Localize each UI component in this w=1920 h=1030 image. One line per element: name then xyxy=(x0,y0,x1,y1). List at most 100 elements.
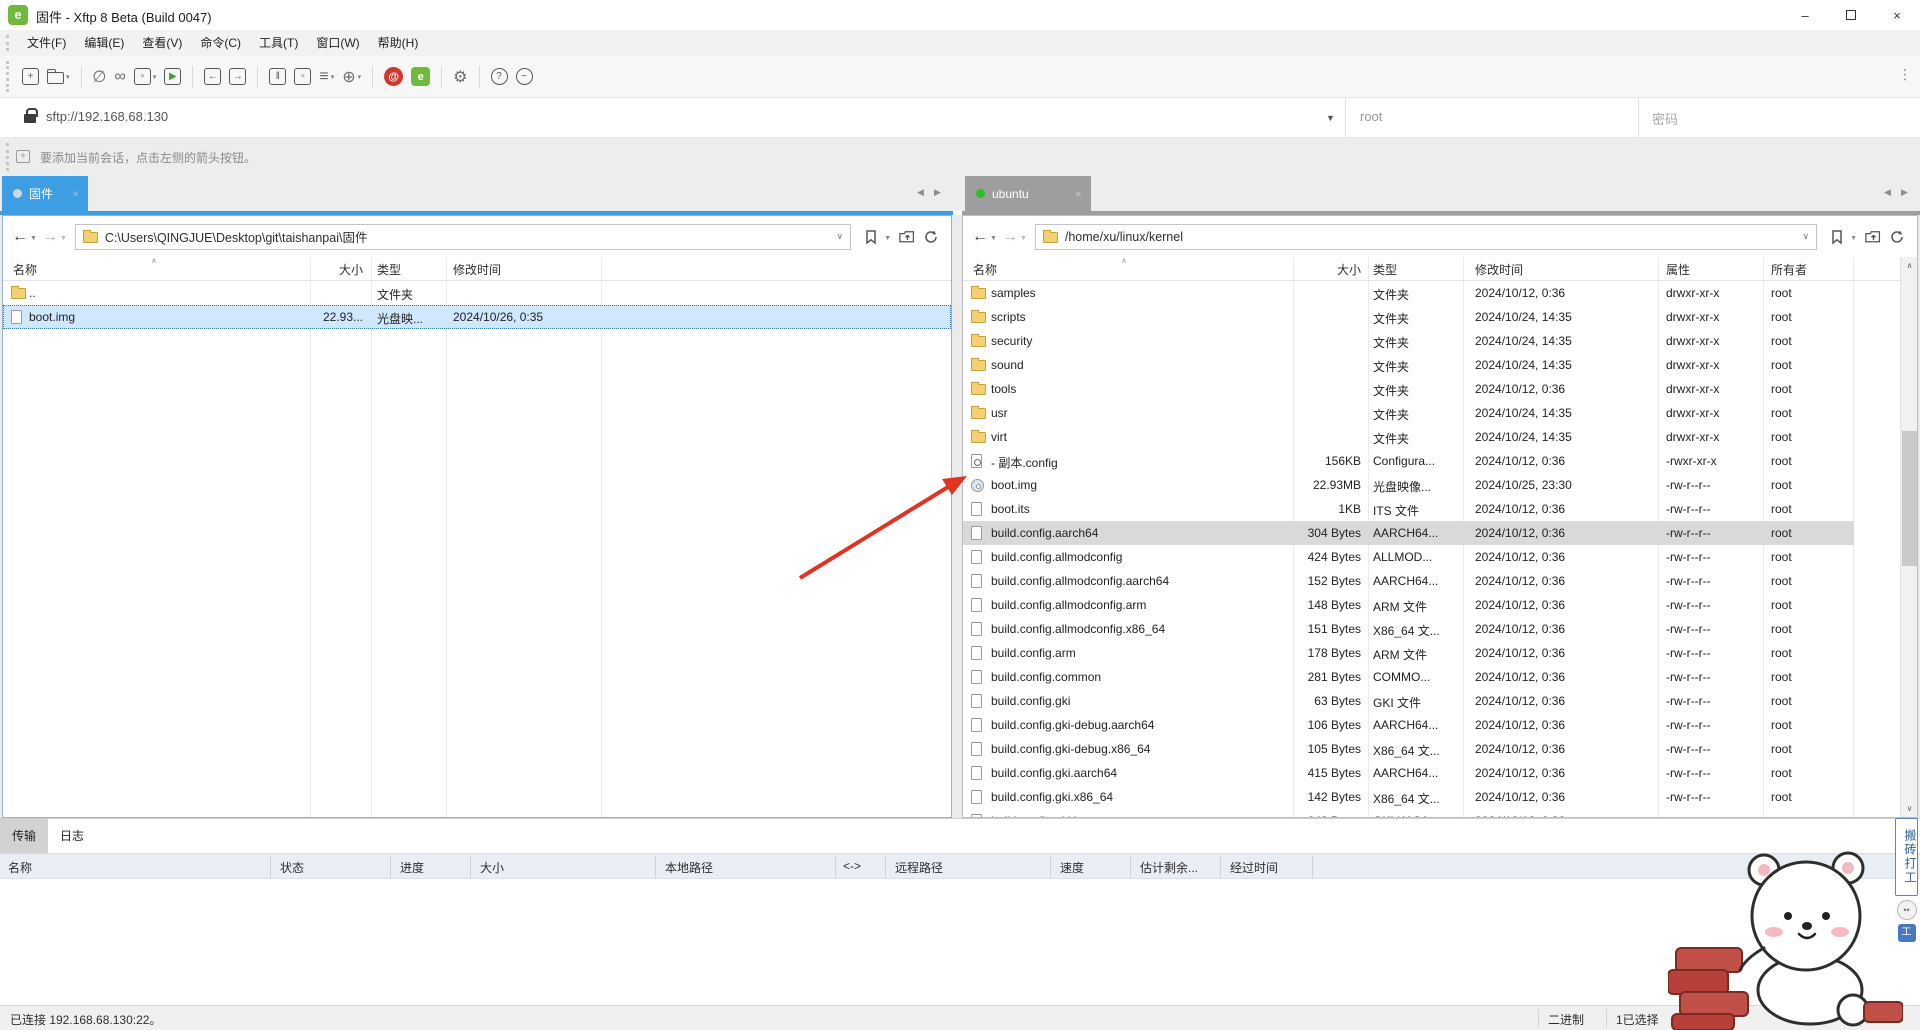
forward-icon[interactable]: → xyxy=(42,228,58,246)
username-field[interactable]: root xyxy=(1360,109,1382,124)
transfer-column-0[interactable]: 名称 xyxy=(8,859,32,876)
transfer-column-2[interactable]: 进度 xyxy=(400,859,424,876)
column-header-name[interactable]: 名称 xyxy=(973,261,997,278)
help-icon[interactable]: ? xyxy=(491,63,508,91)
file-row[interactable]: build.config.gki.kasan648 BytesGKI KASA.… xyxy=(963,809,1854,817)
file-row[interactable]: boot.img22.93...光盘映...2024/10/26, 0:35 xyxy=(3,305,951,329)
file-row[interactable]: boot.its1KBITS 文件2024/10/12, 0:36-rw-r--… xyxy=(963,497,1854,521)
refresh-icon[interactable] xyxy=(919,225,943,249)
scroll-up-icon[interactable]: ∧ xyxy=(1901,257,1918,274)
back-history-icon[interactable]: ▼ xyxy=(30,235,37,242)
menu-file[interactable]: 文件(F) xyxy=(18,36,75,50)
xftp-icon[interactable]: e xyxy=(411,63,430,91)
transfer-column-5[interactable]: <-> xyxy=(843,859,861,873)
folder-up-icon[interactable] xyxy=(895,225,919,249)
transfer-column-1[interactable]: 状态 xyxy=(280,859,304,876)
split-view-icon[interactable]: ‖ xyxy=(269,63,286,91)
clone-window-icon[interactable]: ▫ xyxy=(294,63,311,91)
toolbar-overflow-icon[interactable]: ⋮ xyxy=(1898,66,1912,83)
file-row[interactable]: build.config.allmodconfig.aarch64152 Byt… xyxy=(963,569,1854,593)
column-header-size[interactable]: 大小 xyxy=(1273,261,1361,278)
file-row[interactable]: build.config.gki63 BytesGKI 文件2024/10/12… xyxy=(963,689,1854,713)
transfer-column-9[interactable]: 经过时间 xyxy=(1230,859,1278,876)
encoding-globe-icon-dropdown[interactable]: ▾ xyxy=(358,73,362,81)
file-row[interactable]: - 副本.config156KBConfigura...2024/10/12, … xyxy=(963,449,1854,473)
column-header-size[interactable]: 大小 xyxy=(273,261,363,278)
folder-up-icon[interactable] xyxy=(1861,225,1885,249)
open-session-icon[interactable]: ▾ xyxy=(47,63,70,91)
new-window-icon[interactable]: ▫▾ xyxy=(134,63,157,91)
refresh-icon[interactable] xyxy=(1885,225,1909,249)
file-row[interactable]: boot.img22.93MB光盘映像...2024/10/25, 23:30-… xyxy=(963,473,1854,497)
column-header-modified[interactable]: 修改时间 xyxy=(1475,261,1523,278)
drag-handle[interactable] xyxy=(6,61,9,92)
menu-view[interactable]: 查看(V) xyxy=(133,36,191,50)
view-mode-icon[interactable]: ≡▾ xyxy=(319,63,334,91)
path-dropdown-icon[interactable]: ∨ xyxy=(836,231,843,242)
open-session-icon-dropdown[interactable]: ▾ xyxy=(66,73,70,81)
minimize-button[interactable]: – xyxy=(1782,0,1828,30)
file-row[interactable]: build.config.common281 BytesCOMMO...2024… xyxy=(963,665,1854,689)
column-header-type[interactable]: 类型 xyxy=(377,261,401,278)
remote-column-headers[interactable]: ∧ 名称 大小类型 修改时间 属性 所有者 xyxy=(963,257,1917,281)
new-window-icon-dropdown[interactable]: ▾ xyxy=(153,73,157,81)
close-button[interactable]: × xyxy=(1874,0,1920,30)
column-header-name[interactable]: 名称 xyxy=(13,261,37,278)
view-mode-icon-dropdown[interactable]: ▾ xyxy=(331,73,335,81)
transfer-column-8[interactable]: 估计剩余... xyxy=(1140,859,1198,876)
forward-history-icon[interactable]: ▼ xyxy=(60,235,67,242)
tab-scroll-right-icon[interactable]: ▶ xyxy=(1901,187,1908,198)
local-path-input[interactable]: C:\Users\QINGJUE\Desktop\git\taishanpai\… xyxy=(75,224,851,250)
transfer-to-remote-icon[interactable]: → xyxy=(229,63,246,91)
file-row[interactable]: build.config.aarch64304 BytesAARCH64...2… xyxy=(963,521,1854,545)
maximize-button[interactable] xyxy=(1828,0,1874,30)
tab-remote-ubuntu[interactable]: ubuntu × xyxy=(965,176,1091,211)
transfer-column-3[interactable]: 大小 xyxy=(480,859,504,876)
transfer-column-6[interactable]: 远程路径 xyxy=(895,859,943,876)
tab-scroll-right-icon[interactable]: ▶ xyxy=(934,187,941,198)
back-icon[interactable]: ← xyxy=(12,228,28,246)
file-row[interactable]: sound文件夹2024/10/24, 14:35drwxr-xr-xroot xyxy=(963,353,1854,377)
path-dropdown-icon[interactable]: ∨ xyxy=(1802,231,1809,242)
bookmark-dropdown-icon[interactable]: ▼ xyxy=(884,235,891,242)
tab-scroll-left-icon[interactable]: ◀ xyxy=(917,187,924,198)
column-header-owner[interactable]: 所有者 xyxy=(1771,261,1807,278)
back-history-icon[interactable]: ▼ xyxy=(990,235,997,242)
bookmark-icon[interactable] xyxy=(859,225,883,249)
bookmark-icon[interactable] xyxy=(1825,225,1849,249)
file-row[interactable]: scripts文件夹2024/10/24, 14:35drwxr-xr-xroo… xyxy=(963,305,1854,329)
run-icon[interactable]: ▶ xyxy=(164,63,181,91)
drag-handle[interactable] xyxy=(6,35,9,51)
column-header-type[interactable]: 类型 xyxy=(1373,261,1397,278)
file-row[interactable]: build.config.allmodconfig424 BytesALLMOD… xyxy=(963,545,1854,569)
file-row[interactable]: security文件夹2024/10/24, 14:35drwxr-xr-xro… xyxy=(963,329,1854,353)
menu-commands[interactable]: 命令(C) xyxy=(191,36,250,50)
local-column-headers[interactable]: ∧ 名称大小类型修改时间 xyxy=(3,257,951,281)
file-row[interactable]: build.config.gki-debug.x86_64105 BytesX8… xyxy=(963,737,1854,761)
file-row[interactable]: samples文件夹2024/10/12, 0:36drwxr-xr-xroot xyxy=(963,281,1854,305)
tab-close-icon[interactable]: × xyxy=(72,187,79,201)
file-row[interactable]: build.config.gki.x86_64142 BytesX86_64 文… xyxy=(963,785,1854,809)
scrollbar-thumb[interactable] xyxy=(1902,431,1917,566)
address-dropdown-icon[interactable]: ▼ xyxy=(1326,113,1335,123)
file-row[interactable]: ..文件夹 xyxy=(3,281,951,305)
about-icon[interactable]: − xyxy=(516,63,533,91)
column-header-attr[interactable]: 属性 xyxy=(1666,261,1690,278)
widget-blue-icon[interactable]: 工 xyxy=(1898,924,1916,942)
settings-gear-icon[interactable]: ⚙ xyxy=(453,63,467,91)
file-row[interactable]: build.config.gki.aarch64415 BytesAARCH64… xyxy=(963,761,1854,785)
file-row[interactable]: build.config.allmodconfig.arm148 BytesAR… xyxy=(963,593,1854,617)
transfer-column-7[interactable]: 速度 xyxy=(1060,859,1084,876)
file-row[interactable]: tools文件夹2024/10/12, 0:36drwxr-xr-xroot xyxy=(963,377,1854,401)
bookmark-dropdown-icon[interactable]: ▼ xyxy=(1850,235,1857,242)
drag-handle[interactable] xyxy=(6,143,9,171)
file-row[interactable]: usr文件夹2024/10/24, 14:35drwxr-xr-xroot xyxy=(963,401,1854,425)
disconnect-icon[interactable]: ∅ xyxy=(93,63,107,91)
vertical-scrollbar[interactable]: ∧ ∨ xyxy=(1900,257,1917,817)
back-icon[interactable]: ← xyxy=(972,228,988,246)
encoding-globe-icon[interactable]: ⊕▾ xyxy=(342,63,361,91)
connect-icon[interactable]: ∞ xyxy=(114,63,125,91)
tab-scroll-left-icon[interactable]: ◀ xyxy=(1884,187,1891,198)
xshell-icon[interactable]: @ xyxy=(384,63,403,91)
tab-local-firmware[interactable]: 固件 × xyxy=(2,176,88,211)
